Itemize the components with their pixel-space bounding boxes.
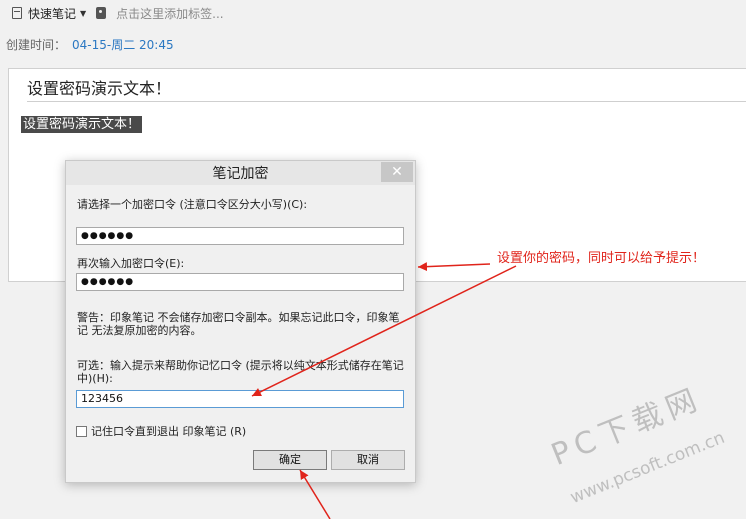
arrow-to-confirm-field: [417, 262, 491, 272]
arrow-to-ok-button: [299, 469, 331, 519]
arrow-to-hint-field: [251, 265, 517, 397]
